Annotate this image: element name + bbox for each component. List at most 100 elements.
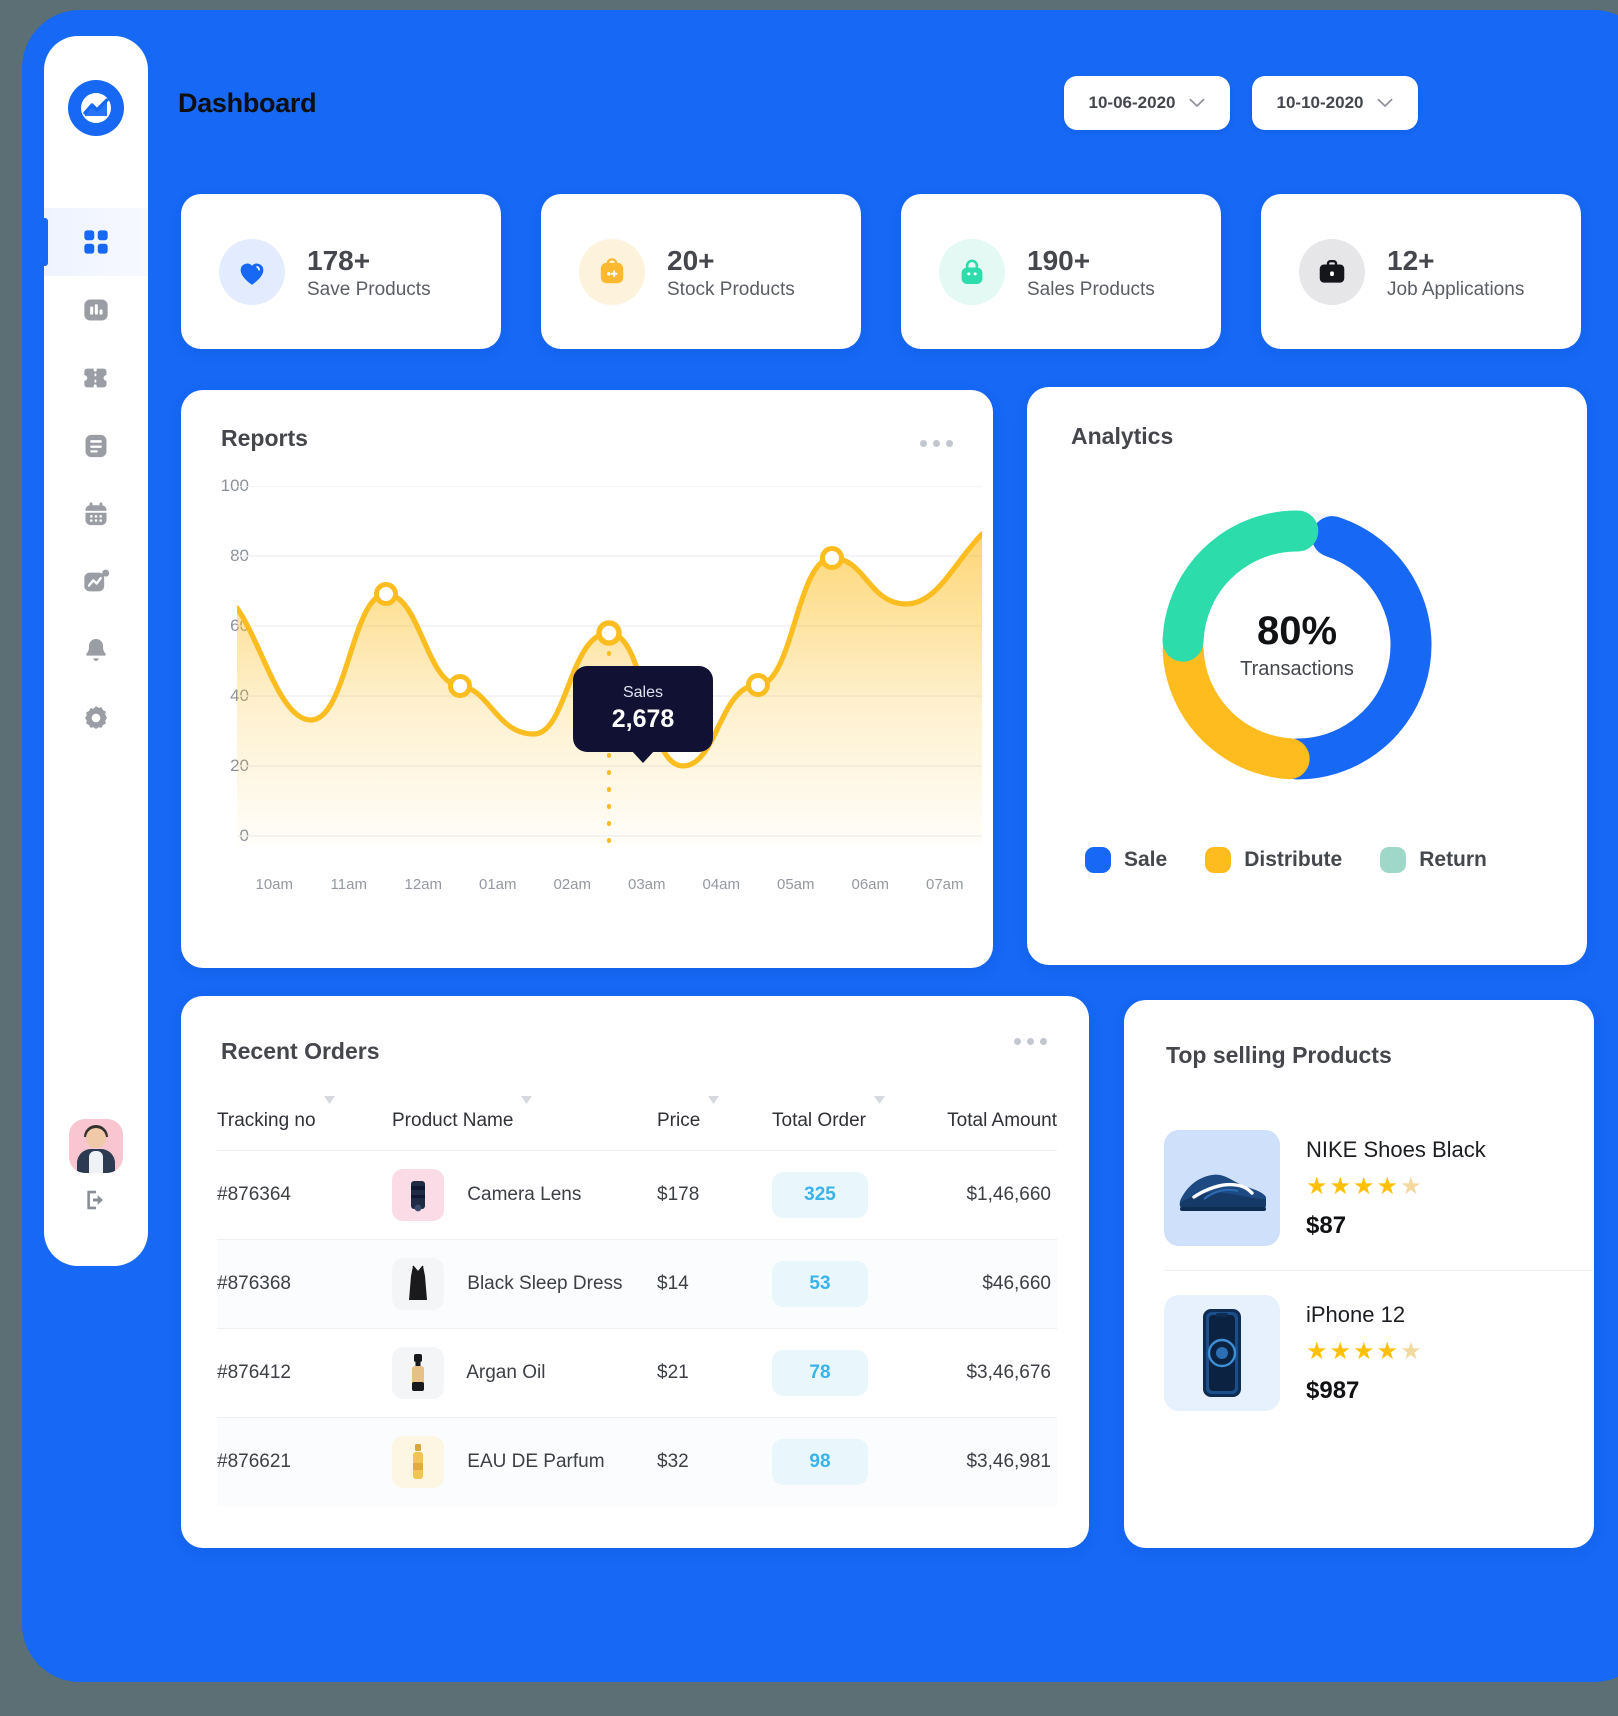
cell-total-order: 78 bbox=[772, 1329, 932, 1418]
table-row[interactable]: #876412 Argan Oil $21 78 $3,46,676 bbox=[217, 1328, 1057, 1418]
donut-caption: Transactions bbox=[1240, 658, 1354, 680]
list-item[interactable]: NIKE Shoes Black ★★★★★ $87 bbox=[1164, 1106, 1594, 1270]
stat-value: 20+ bbox=[667, 244, 715, 276]
order-count-badge: 325 bbox=[772, 1172, 868, 1218]
sort-descending-icon bbox=[873, 1096, 885, 1104]
stat-card-save-products[interactable]: 178+ Save Products bbox=[181, 194, 501, 349]
list-item[interactable]: iPhone 12 ★★★★★ $987 bbox=[1164, 1270, 1594, 1435]
date-range-group: 10-06-2020 10-10-2020 bbox=[1064, 76, 1418, 130]
cell-total-amount: $1,46,660 bbox=[966, 1184, 1051, 1205]
sidebar-item-dashboard[interactable] bbox=[44, 208, 148, 276]
chart-tooltip: Sales 2,678 bbox=[573, 666, 713, 752]
trending-chart-icon bbox=[84, 569, 110, 592]
column-header-total-amount[interactable]: Total Amount bbox=[932, 1100, 1057, 1151]
grid-dashboard-icon bbox=[84, 230, 108, 254]
cell-tracking: #876412 bbox=[217, 1362, 291, 1383]
cell-total-order: 325 bbox=[772, 1151, 932, 1240]
donut-center-label: 80% Transactions bbox=[1147, 495, 1447, 795]
stat-label: Job Applications bbox=[1387, 279, 1525, 301]
analytics-legend: Sale Distribute Return bbox=[1085, 847, 1487, 873]
tooltip-value: 2,678 bbox=[611, 705, 675, 733]
legend-swatch bbox=[1380, 847, 1407, 873]
cell-tracking: #876368 bbox=[217, 1273, 291, 1294]
bell-icon bbox=[86, 639, 106, 661]
iphone-12-thumbnail bbox=[1164, 1295, 1280, 1411]
order-count-badge: 98 bbox=[772, 1439, 868, 1485]
sidebar-item-analytics[interactable] bbox=[44, 548, 148, 616]
donut-percentage: 80% bbox=[1256, 609, 1338, 653]
stat-value: 178+ bbox=[307, 244, 371, 276]
cell-product: Camera Lens bbox=[392, 1151, 657, 1240]
table-header-row: Tracking no Product Name Price Total Ord… bbox=[217, 1096, 1057, 1151]
sidebar-item-tickets[interactable] bbox=[44, 344, 148, 412]
column-header-total-order[interactable]: Total Order bbox=[772, 1096, 932, 1151]
page-title: Dashboard bbox=[178, 87, 317, 118]
box-icon bbox=[579, 238, 645, 305]
chart-marker bbox=[820, 546, 844, 570]
chart-marker bbox=[746, 673, 770, 697]
cell-tracking: #876364 bbox=[217, 1184, 291, 1205]
table-row[interactable]: #876368 Black Sleep Dress $14 53 $46,660 bbox=[217, 1239, 1057, 1329]
app-logo-icon[interactable] bbox=[68, 80, 124, 136]
cell-tracking: #876621 bbox=[217, 1451, 291, 1472]
table-row[interactable]: #876364 Camera Lens $178 325 $1,46,660 bbox=[217, 1150, 1057, 1240]
product-name: iPhone 12 bbox=[1306, 1301, 1406, 1327]
chevron-down-icon bbox=[1190, 98, 1205, 107]
product-info: iPhone 12 ★★★★★ $987 bbox=[1306, 1302, 1424, 1405]
column-header-tracking[interactable]: Tracking no bbox=[217, 1096, 392, 1151]
column-header-price[interactable]: Price bbox=[657, 1096, 772, 1151]
x-tick: 03am bbox=[627, 876, 666, 893]
shopping-bag-icon bbox=[939, 238, 1005, 305]
more-options-icon[interactable] bbox=[920, 440, 953, 447]
more-options-icon[interactable] bbox=[1014, 1038, 1047, 1045]
nike-shoe-thumbnail bbox=[1164, 1130, 1280, 1246]
legend-item-return[interactable]: Return bbox=[1380, 847, 1487, 873]
tooltip-label: Sales bbox=[622, 684, 664, 701]
product-price: $87 bbox=[1306, 1211, 1347, 1239]
legend-item-distribute[interactable]: Distribute bbox=[1205, 847, 1342, 873]
x-tick: 11am bbox=[330, 876, 367, 893]
reports-panel: Reports 100 80 60 40 20 0 bbox=[181, 390, 993, 968]
x-axis-labels: 10am 11am 12am 01am 02am 03am 04am 05am … bbox=[237, 876, 982, 893]
column-header-product[interactable]: Product Name bbox=[392, 1096, 657, 1151]
sidebar-item-settings[interactable] bbox=[44, 684, 148, 752]
legend-swatch bbox=[1085, 847, 1111, 873]
sidebar-item-reports[interactable] bbox=[44, 276, 148, 344]
date-from-picker[interactable]: 10-06-2020 bbox=[1064, 76, 1230, 130]
x-tick: 07am bbox=[925, 876, 964, 893]
product-info: NIKE Shoes Black ★★★★★ $87 bbox=[1306, 1137, 1486, 1240]
stat-card-sales-products[interactable]: 190+ Sales Products bbox=[901, 194, 1221, 349]
cell-price: $178 bbox=[657, 1184, 700, 1205]
dashboard-root: Dashboard 10-06-2020 10-10-2020 178+ Sav… bbox=[0, 0, 1618, 1716]
top-selling-title: Top selling Products bbox=[1166, 1042, 1392, 1068]
sidebar-item-documents[interactable] bbox=[44, 412, 148, 480]
order-count-badge: 53 bbox=[772, 1261, 868, 1307]
legend-swatch bbox=[1205, 847, 1232, 873]
product-name: NIKE Shoes Black bbox=[1306, 1136, 1486, 1162]
sort-descending-icon bbox=[521, 1096, 533, 1104]
reports-chart: 100 80 60 40 20 0 bbox=[181, 476, 993, 906]
sort-descending-icon bbox=[708, 1096, 720, 1104]
rating-stars: ★★★★★ bbox=[1306, 1172, 1424, 1200]
x-tick: 12am bbox=[404, 876, 443, 893]
date-to-value: 10-10-2020 bbox=[1276, 93, 1364, 112]
cell-total-order: 98 bbox=[772, 1418, 932, 1507]
x-tick: 10am bbox=[255, 876, 294, 893]
sidebar-item-notifications[interactable] bbox=[44, 616, 148, 684]
stat-card-stock-products[interactable]: 20+ Stock Products bbox=[541, 194, 861, 349]
reports-title: Reports bbox=[221, 425, 308, 451]
legend-item-sale[interactable]: Sale bbox=[1085, 847, 1167, 873]
table-row[interactable]: #876621 EAU DE Parfum $32 98 $3,46,981 bbox=[217, 1417, 1057, 1507]
sidebar-item-calendar[interactable] bbox=[44, 480, 148, 548]
stat-cards: 178+ Save Products 20+ Stock Products 19… bbox=[181, 194, 1581, 349]
sidebar-footer bbox=[69, 1119, 123, 1218]
date-to-picker[interactable]: 10-10-2020 bbox=[1252, 76, 1418, 130]
top-selling-list: NIKE Shoes Black ★★★★★ $87 iPhone 12 ★★★… bbox=[1164, 1106, 1594, 1435]
logout-icon[interactable] bbox=[83, 1187, 109, 1218]
x-tick: 02am bbox=[553, 876, 592, 893]
stat-value: 12+ bbox=[1387, 244, 1435, 276]
stat-card-job-applications[interactable]: 12+ Job Applications bbox=[1261, 194, 1581, 349]
calendar-icon bbox=[85, 502, 107, 526]
avatar[interactable] bbox=[69, 1119, 123, 1173]
document-icon bbox=[85, 434, 107, 458]
